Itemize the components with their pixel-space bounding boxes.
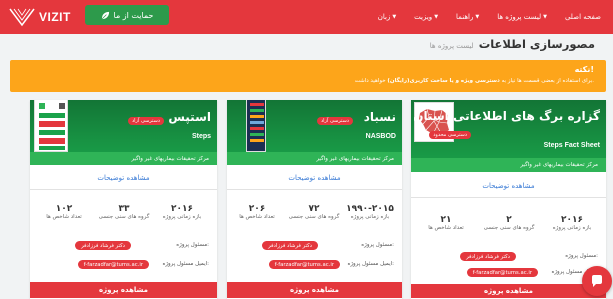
nav-item-language[interactable]: زبان ▼ — [378, 13, 396, 21]
project-card-nasbod: نسباد NASBOD مرکز تحقیقات بیماریهای غیر … — [227, 100, 402, 299]
access-badge: دسترسی آزاد — [316, 117, 353, 125]
stat-age-sex-groups: ۷۲ گروه های سنی جنسی — [288, 204, 340, 220]
view-details-link[interactable]: مشاهده توضیحات — [30, 174, 217, 182]
leaf-icon — [101, 11, 109, 19]
manager-label: مسئول پروژه: — [361, 242, 394, 248]
stat-indicator-count: ۲۰۶ تعداد شاخص ها — [239, 204, 275, 220]
stat-time-range: ۱۹۹۰-۲۰۱۵ بازه زمانی پروژه — [346, 204, 394, 220]
page-title: مصورسازی اطلاعات لیست پروژه ها — [430, 37, 595, 53]
card-en-title: Steps — [191, 133, 211, 140]
card-center: مرکز تحقیقات بیماریهای غیر واگیر — [520, 162, 598, 168]
vizit-logo-icon — [9, 8, 35, 27]
manager-email[interactable]: f-farzadfar@tums.ac.ir — [268, 260, 340, 269]
page-breadcrumb[interactable]: لیست پروژه ها — [430, 42, 474, 50]
stat-age-sex-groups: ۳۳ گروه های سنی جنسی — [98, 204, 150, 220]
manager-label: مسئول پروژه: — [565, 253, 598, 259]
email-label: ایمیل مسئول پروژه: — [162, 261, 209, 267]
stat-time-range: ۲۰۱۶ بازه زمانی پروژه — [552, 215, 592, 231]
card-header: نسباد NASBOD مرکز تحقیقات بیماریهای غیر … — [227, 100, 402, 165]
card-en-title: NASBOD — [365, 133, 396, 140]
notice-title: نکته! — [574, 65, 594, 74]
view-project-button[interactable]: مشاهده پروژه — [411, 284, 606, 298]
manager-name: دکتر فرشاد فرزادفر — [75, 241, 131, 250]
view-details-link[interactable]: مشاهده توضیحات — [411, 182, 606, 190]
chevron-down-icon: ▼ — [475, 14, 480, 20]
manager-name: دکتر فرشاد فرزادفر — [262, 241, 318, 250]
view-details-link[interactable]: مشاهده توضیحات — [227, 174, 402, 182]
project-card-steps: استپس Steps مرکز تحقیقات بیماریهای غیر و… — [30, 100, 217, 299]
access-badge: دسترسی محدود — [429, 131, 471, 139]
manager-email[interactable]: f-farzadfar@tums.ac.ir — [77, 260, 149, 269]
stat-age-sex-groups: ۲ گروه های سنی جنسی — [483, 215, 535, 231]
card-en-title: Steps Fact Sheet — [543, 142, 600, 149]
project-thumbnail[interactable] — [246, 100, 266, 152]
project-thumbnail[interactable] — [34, 100, 68, 152]
chevron-down-icon: ▼ — [392, 14, 397, 20]
nav-item-projects[interactable]: لیست پروژه ها ▼ — [497, 13, 547, 21]
top-navbar: VIZIT حمایت از ما صفحه اصلی لیست پروژه ه… — [0, 0, 613, 34]
chevron-down-icon: ▼ — [434, 14, 439, 20]
logo-text: VIZIT — [39, 10, 71, 24]
card-center: مرکز تحقیقات بیماریهای غیر واگیر — [131, 155, 209, 162]
project-card-steps-fact-sheet: گزاره برگ های اطلاعاتی استان دسترسی محدو… — [411, 100, 606, 299]
stat-indicator-count: ۱۰۲ تعداد شاخص ها — [46, 204, 82, 220]
view-project-button[interactable]: مشاهده پروژه — [30, 282, 217, 298]
view-project-button[interactable]: مشاهده پروژه — [227, 282, 402, 298]
email-label: ایمیل مسئول پروژه: — [347, 261, 394, 267]
main-nav: صفحه اصلی لیست پروژه ها ▼ راهنما ▼ ویزیت… — [378, 0, 601, 34]
stat-time-range: ۲۰۱۶ بازه زمانی پروژه — [162, 204, 202, 220]
notice-body: برای استفاده از بعضی قسمت ها نیاز به دست… — [354, 78, 594, 84]
card-title[interactable]: استپس — [168, 110, 211, 124]
manager-name: دکتر فرشاد فرزادفر — [460, 252, 516, 261]
access-badge: دسترسی آزاد — [127, 117, 164, 125]
card-header: استپس Steps مرکز تحقیقات بیماریهای غیر و… — [30, 100, 217, 165]
support-us-button[interactable]: حمایت از ما — [85, 5, 169, 25]
chat-button[interactable] — [582, 266, 612, 296]
site-logo[interactable]: VIZIT — [8, 6, 71, 28]
page-title-main: مصورسازی اطلاعات — [478, 37, 595, 51]
chat-bubble-icon — [592, 275, 602, 287]
support-us-label: حمایت از ما — [113, 10, 154, 20]
nav-item-home[interactable]: صفحه اصلی — [565, 13, 601, 21]
manager-label: مسئول پروژه: — [176, 242, 209, 248]
nav-item-vizit[interactable]: ویزیت ▼ — [414, 13, 438, 21]
card-title[interactable]: گزاره برگ های اطلاعاتی استان — [413, 109, 600, 123]
chevron-down-icon: ▼ — [543, 14, 547, 20]
nav-item-guide[interactable]: راهنما ▼ — [456, 13, 479, 21]
notice-alert: نکته! برای استفاده از بعضی قسمت ها نیاز … — [10, 60, 606, 92]
card-title[interactable]: نسباد — [364, 110, 396, 124]
stat-indicator-count: ۲۱ تعداد شاخص ها — [428, 215, 464, 231]
card-center: مرکز تحقیقات بیماریهای غیر واگیر — [316, 155, 394, 162]
manager-email[interactable]: f-farzadfar@tums.ac.ir — [466, 268, 538, 277]
